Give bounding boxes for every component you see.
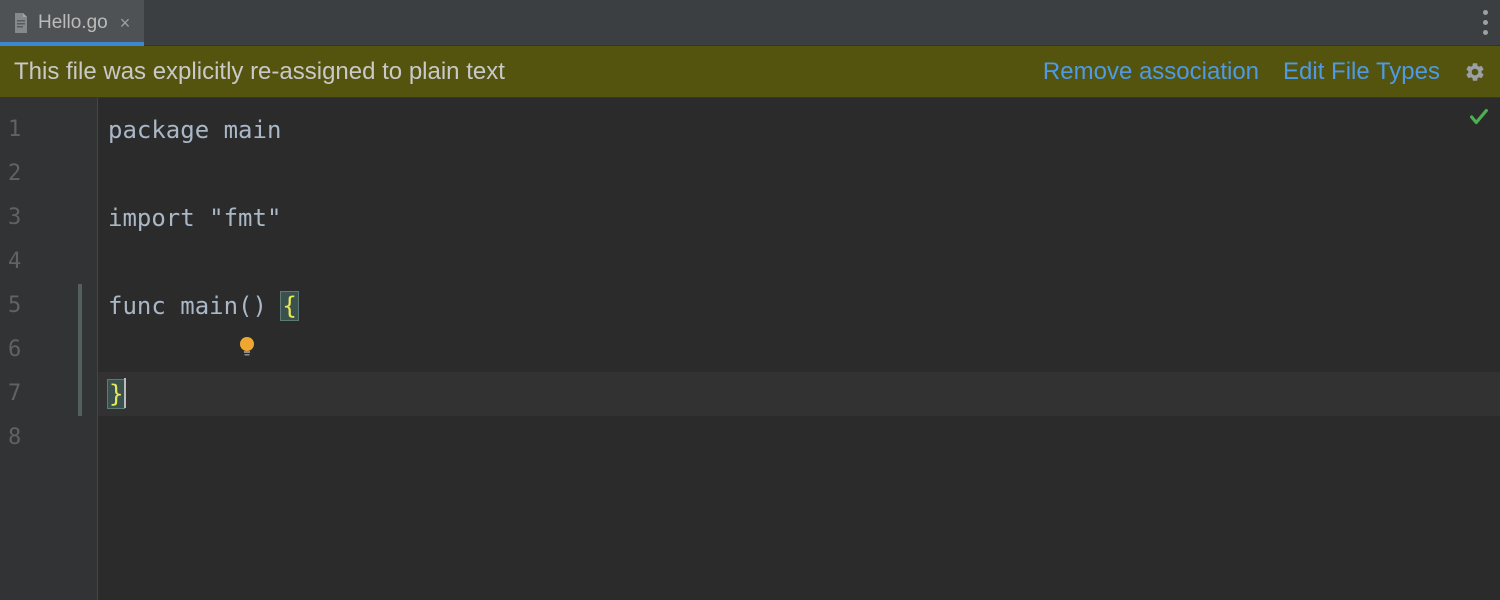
editor-area: 1 2 3 4 5 6 7 8 package main import "fmt… xyxy=(0,98,1500,600)
code-line xyxy=(98,240,1500,284)
code-line: fmt.Println("Hello, World!") xyxy=(98,328,1500,372)
tab-bar: Hello.go × xyxy=(0,0,1500,46)
line-number[interactable]: 8 xyxy=(0,416,50,460)
tab-filename: Hello.go xyxy=(38,12,108,34)
fold-region-marker[interactable] xyxy=(78,284,82,416)
line-number[interactable]: 7 xyxy=(0,372,50,416)
code-line: package main xyxy=(98,108,1500,152)
gear-icon[interactable] xyxy=(1464,61,1486,83)
code-line xyxy=(98,152,1500,196)
code-line: import "fmt" xyxy=(98,196,1500,240)
remove-association-link[interactable]: Remove association xyxy=(1043,58,1259,86)
tab-bar-menu-icon[interactable] xyxy=(1483,0,1488,45)
line-number[interactable]: 3 xyxy=(0,196,50,240)
line-number[interactable]: 6 xyxy=(0,328,50,372)
edit-file-types-link[interactable]: Edit File Types xyxy=(1283,58,1440,86)
line-number[interactable]: 1 xyxy=(0,108,50,152)
code-text-area[interactable]: package main import "fmt" func main() { … xyxy=(98,98,1500,600)
code-line: func main() { xyxy=(98,284,1500,328)
line-number[interactable]: 2 xyxy=(0,152,50,196)
text-caret xyxy=(124,378,126,408)
notification-message: This file was explicitly re-assigned to … xyxy=(14,58,1019,86)
code-line xyxy=(98,416,1500,460)
file-tab[interactable]: Hello.go × xyxy=(0,0,144,45)
close-brace: } xyxy=(108,380,124,408)
gutter: 1 2 3 4 5 6 7 8 xyxy=(0,98,50,600)
close-tab-icon[interactable]: × xyxy=(116,14,135,32)
file-icon xyxy=(12,12,30,34)
code-line: } xyxy=(98,372,1500,416)
fold-strip xyxy=(50,98,98,600)
notification-bar: This file was explicitly re-assigned to … xyxy=(0,46,1500,98)
open-brace: { xyxy=(281,292,297,320)
line-number[interactable]: 5 xyxy=(0,284,50,328)
inspection-ok-icon[interactable] xyxy=(1468,106,1490,134)
line-number[interactable]: 4 xyxy=(0,240,50,284)
